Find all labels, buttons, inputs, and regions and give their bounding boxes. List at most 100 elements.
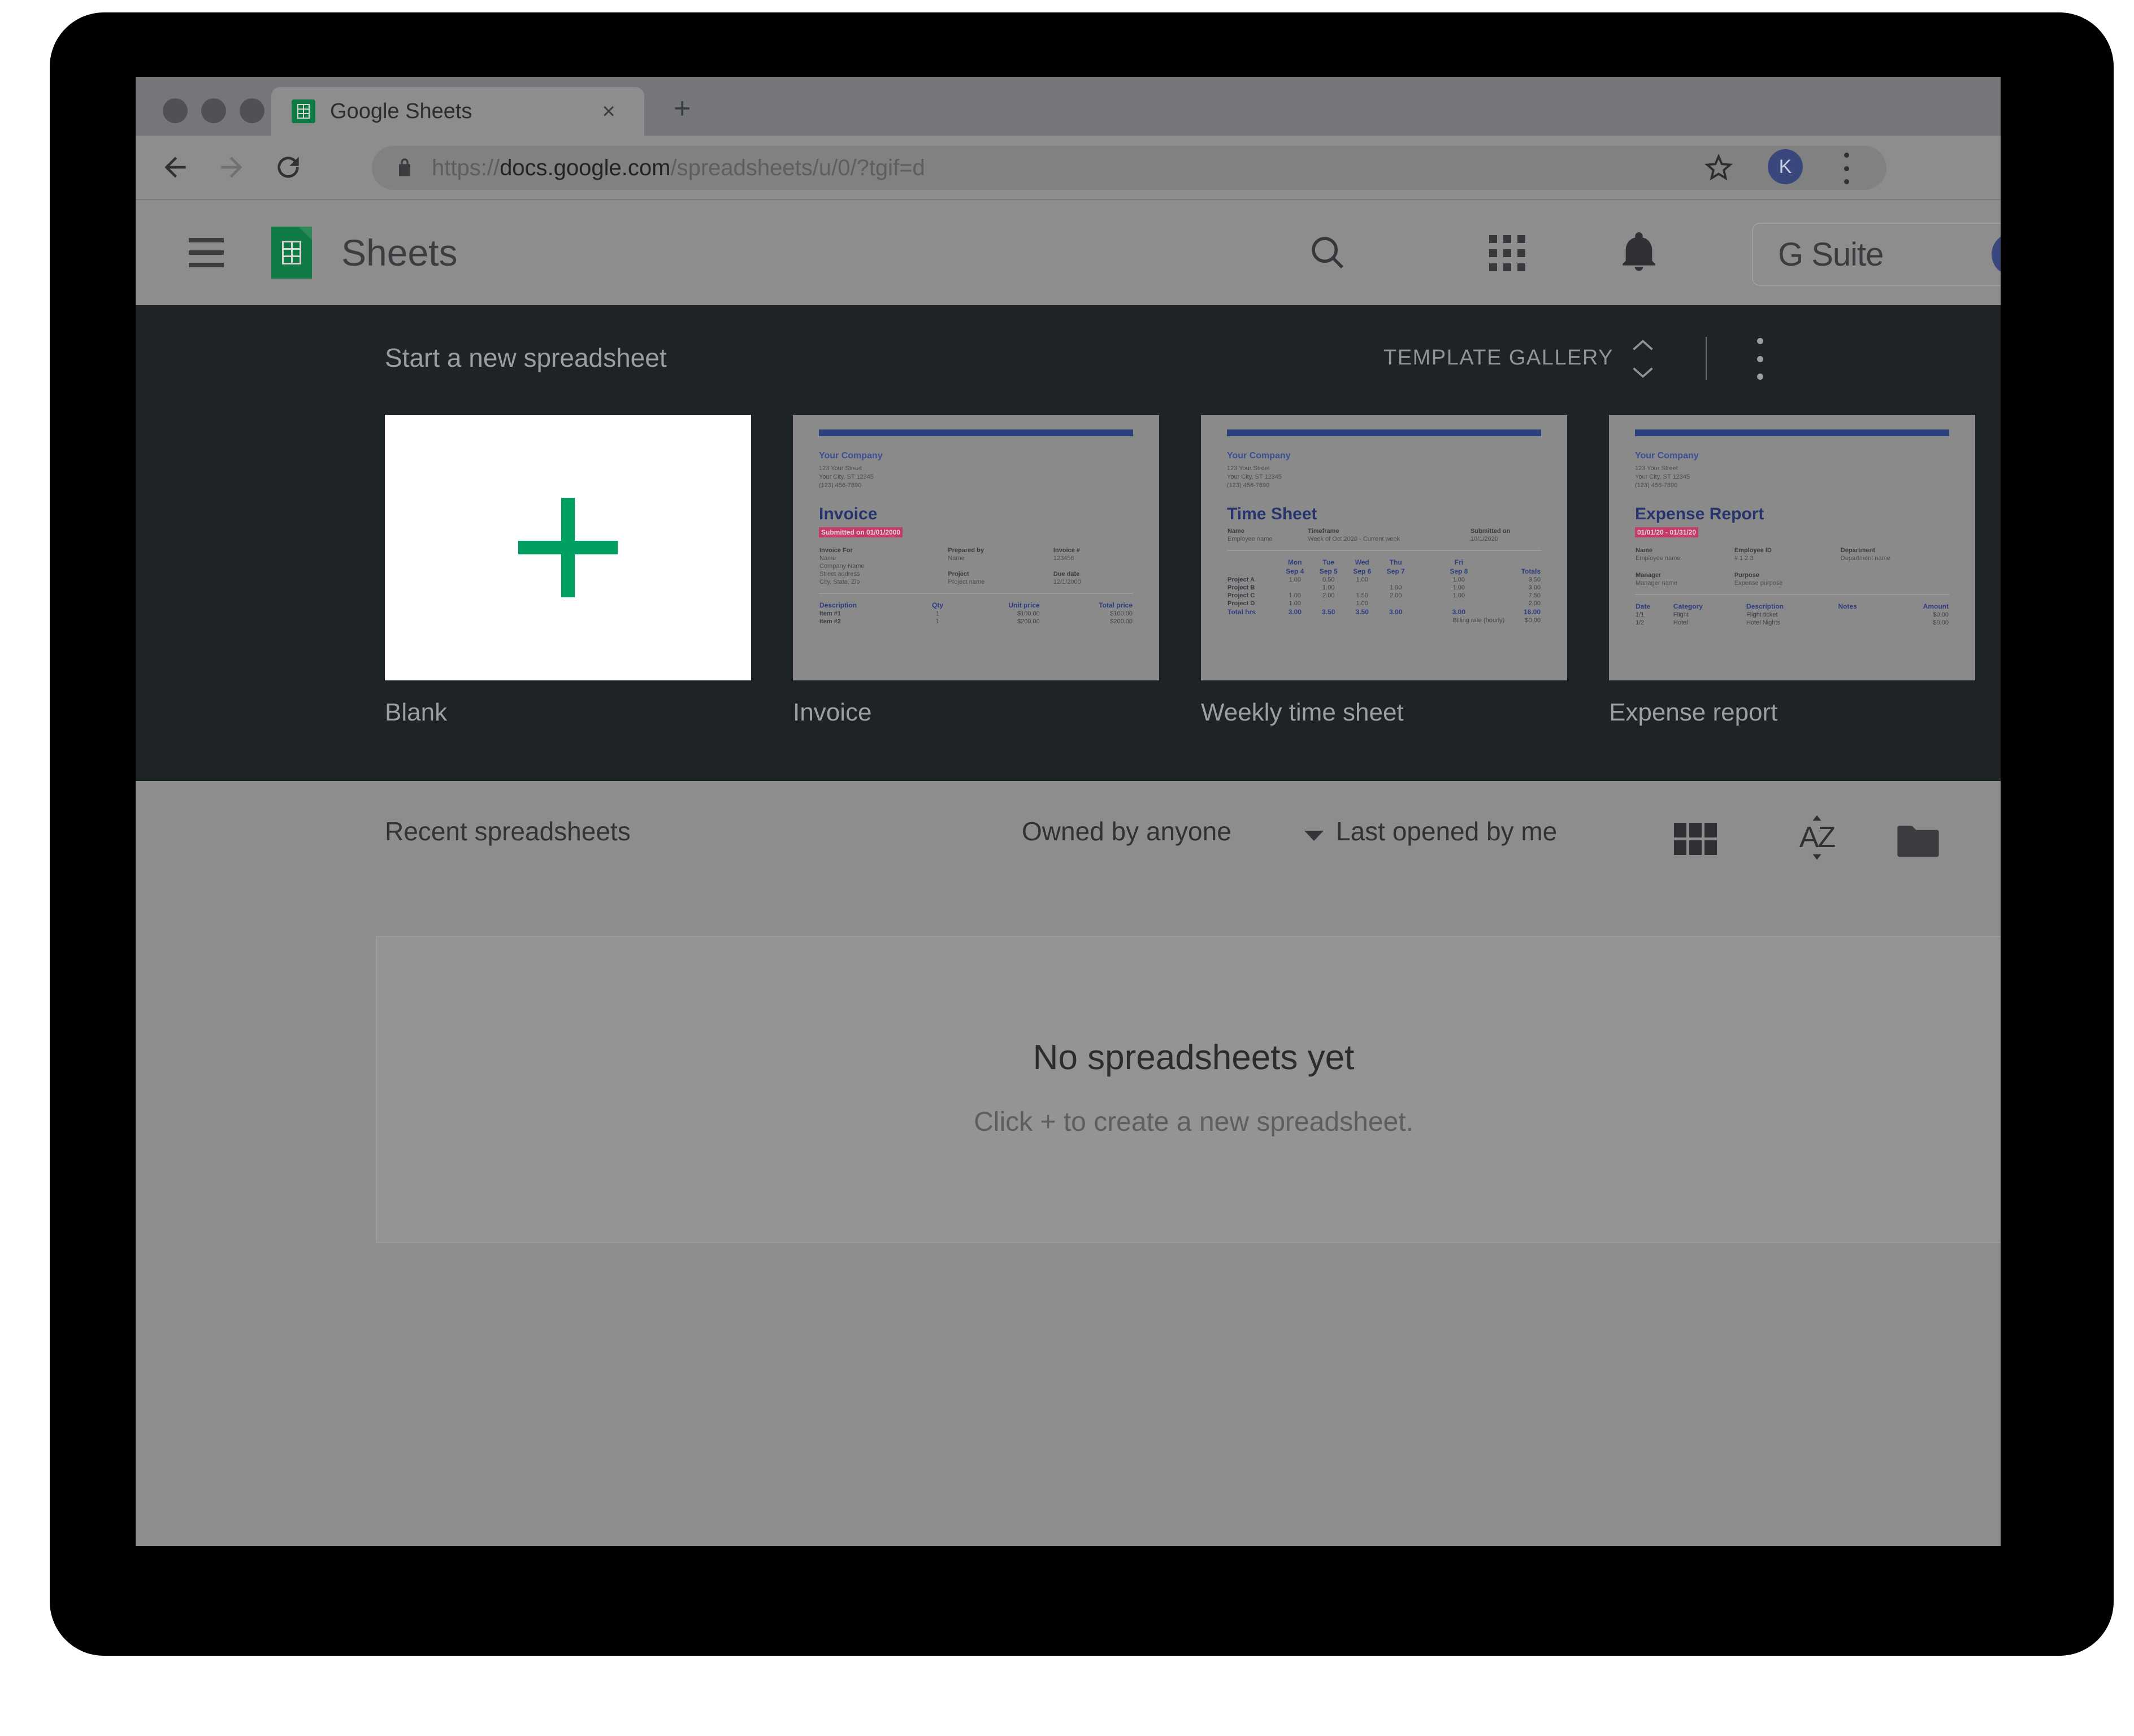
cell: Item #1 [819, 610, 841, 617]
template-label: Blank [385, 698, 448, 726]
cell: Project A [1228, 576, 1255, 583]
cell: $200.00 [1110, 618, 1133, 625]
template-gallery-button[interactable]: TEMPLATE GALLERY [1383, 346, 1613, 370]
divider [1706, 337, 1707, 380]
tab-title: Google Sheets [330, 99, 472, 123]
company-name: Your Company [819, 451, 883, 461]
cell: 1.00 [1289, 600, 1301, 607]
cell: $0.00 [1933, 619, 1949, 626]
divider [1635, 594, 1949, 595]
field-label: Project [948, 571, 969, 578]
invoice-fields: Invoice For Prepared by Invoice # Name N… [819, 546, 1133, 586]
template-thumbnail-expense-report[interactable]: Your Company 123 Your Street Your City, … [1609, 415, 1975, 680]
section-heading: Recent spreadsheets [385, 817, 631, 846]
url-text: https://docs.google.com/spreadsheets/u/0… [432, 155, 925, 181]
address-bar[interactable]: https://docs.google.com/spreadsheets/u/0… [372, 146, 1886, 190]
cell: 3.00 [1288, 608, 1302, 616]
table-row: Project B 1.00 1.00 1.00 3.00 [1227, 584, 1541, 592]
star-icon[interactable] [1702, 150, 1735, 186]
url-path: /spreadsheets/u/0/?tgif=d [670, 155, 925, 180]
bell-icon[interactable] [1616, 229, 1662, 277]
field-value: Manager name [1636, 580, 1677, 587]
empty-state-subtitle: Click + to create a new spreadsheet. [974, 1107, 1413, 1137]
window-minimize-button[interactable] [201, 98, 226, 123]
field-value: Employee name [1228, 536, 1273, 542]
invoice-items-table: Description Qty Unit price Total price I… [819, 601, 1133, 626]
forward-button[interactable] [215, 150, 249, 184]
owner-filter-dropdown[interactable]: Owned by anyone [1022, 816, 1231, 847]
table-row: Project C 1.00 2.00 1.50 2.00 1.00 7.50 [1227, 592, 1541, 600]
folder-icon[interactable] [1893, 819, 1943, 864]
close-icon[interactable]: × [598, 100, 619, 123]
cell: 1.00 [1452, 592, 1465, 599]
template-thumbnail-blank[interactable] [385, 415, 751, 680]
company-name: Your Company [1227, 451, 1291, 461]
template-thumbnail-weekly-time-sheet[interactable]: Your Company 123 Your Street Your City, … [1201, 415, 1567, 680]
cell: 2.00 [1389, 592, 1402, 599]
search-icon[interactable] [1305, 231, 1350, 277]
template-card-expense-report[interactable]: Your Company 123 Your Street Your City, … [1609, 415, 1975, 727]
cell: 3.50 [1355, 608, 1369, 616]
cell: 1.00 [1389, 584, 1402, 591]
browser-tab[interactable]: Google Sheets × [271, 87, 644, 136]
chevron-down-icon[interactable] [1304, 831, 1324, 841]
header-rule [1635, 429, 1949, 436]
window-close-button[interactable] [163, 98, 188, 123]
kebab-menu-icon[interactable] [1844, 153, 1849, 184]
cell: $0.00 [1525, 617, 1541, 624]
cell: $200.00 [1017, 618, 1040, 625]
column-header: Category [1673, 602, 1703, 610]
sort-order-label[interactable]: Last opened by me [1336, 816, 1557, 847]
grid-view-icon[interactable] [1674, 823, 1717, 855]
template-card-weekly-time-sheet[interactable]: Your Company 123 Your Street Your City, … [1201, 415, 1567, 727]
table-row: Project D 1.00 1.00 2.00 [1227, 600, 1541, 607]
new-tab-button[interactable]: + [674, 94, 691, 123]
company-name: Your Company [1635, 451, 1699, 461]
cell: Project C [1228, 592, 1255, 599]
plus-icon [518, 498, 618, 597]
az-sort-icon[interactable]: AZ [1792, 814, 1842, 861]
browser-toolbar: https://docs.google.com/spreadsheets/u/0… [136, 136, 2001, 200]
cell: Hotel Nights [1746, 619, 1780, 626]
column-header: Tue [1322, 558, 1334, 566]
field-value: Week of Oct 2020 - Current week [1308, 536, 1400, 542]
cell: Project D [1228, 600, 1255, 607]
field-label: Name [1228, 528, 1244, 535]
field-value: Street address [819, 571, 860, 578]
table-row: 1/1 Flight Flight ticket $0.00 [1635, 611, 1949, 619]
apps-grid-icon[interactable] [1489, 235, 1525, 271]
cell: Project B [1228, 584, 1255, 591]
cell: 2.00 [1528, 600, 1541, 607]
column-header: Total price [1099, 601, 1133, 609]
template-thumbnail-invoice[interactable]: Your Company 123 Your Street Your City, … [793, 415, 1159, 680]
avatar[interactable]: K [1768, 149, 1803, 184]
gsuite-label: G Suite [1778, 236, 1884, 273]
empty-state-title: No spreadsheets yet [1033, 1038, 1355, 1077]
table-row: Item #2 1 $200.00 $200.00 [819, 618, 1133, 626]
header-rule [1227, 429, 1541, 436]
cell: 7.50 [1528, 592, 1541, 599]
header-rule [819, 429, 1133, 436]
address-line: (123) 456-7890 [1227, 482, 1270, 489]
status-badge: 01/01/20 - 01/31/20 [1635, 527, 1699, 537]
field-value: # 1 2 3 [1734, 555, 1754, 562]
gsuite-badge[interactable]: G Suite K [1752, 223, 2001, 286]
reload-button[interactable] [271, 150, 305, 184]
kebab-menu-icon[interactable] [1757, 338, 1763, 380]
template-card-blank[interactable]: Blank [385, 415, 751, 727]
field-label: Timeframe [1308, 528, 1339, 535]
field-label: Purpose [1734, 572, 1759, 579]
cell: 1.00 [1289, 592, 1301, 599]
chevron-updown-icon[interactable] [1630, 337, 1656, 381]
hamburger-icon[interactable] [189, 238, 224, 267]
cell: Billing rate (hourly) [1452, 617, 1505, 624]
cell: 1.00 [1452, 584, 1465, 591]
avatar[interactable]: K [1992, 233, 2001, 276]
address-line: (123) 456-7890 [1635, 482, 1678, 489]
field-value: Company Name [819, 563, 865, 570]
back-button[interactable] [158, 150, 192, 184]
window-maximize-button[interactable] [240, 98, 264, 123]
column-header: Thu [1389, 558, 1402, 566]
cell: Flight [1673, 611, 1689, 618]
template-card-invoice[interactable]: Your Company 123 Your Street Your City, … [793, 415, 1159, 727]
